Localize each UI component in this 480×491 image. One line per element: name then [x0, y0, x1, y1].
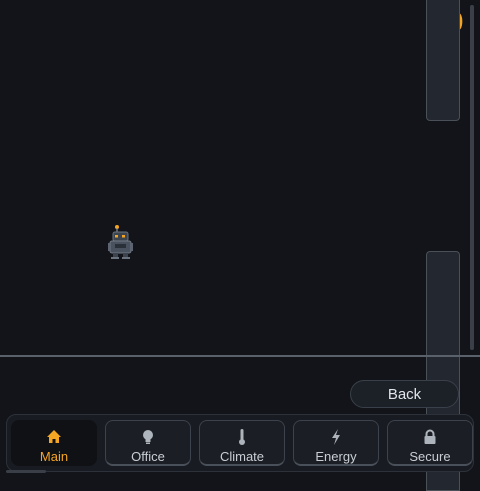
tab-energy-label: Energy — [315, 449, 357, 464]
robot-player-icon — [108, 225, 133, 259]
top-pipe-obstacle — [426, 0, 460, 121]
thermometer-icon — [233, 427, 251, 446]
bottom-tab-bar: Main Office Climate Energy Secure — [6, 414, 474, 472]
game-play-area[interactable]: 0 Back — [0, 0, 480, 491]
back-button[interactable]: Back — [350, 380, 459, 408]
home-icon — [45, 427, 63, 446]
ground-line — [0, 355, 480, 357]
tab-secure[interactable]: Secure — [387, 420, 473, 466]
tab-main-label: Main — [39, 449, 69, 464]
home-indicator — [6, 470, 46, 473]
tab-climate-label: Climate — [219, 449, 265, 464]
tab-office[interactable]: Office — [105, 420, 191, 466]
lightning-icon — [327, 427, 345, 446]
tab-main[interactable]: Main — [11, 420, 97, 466]
tab-climate[interactable]: Climate — [199, 420, 285, 466]
scrollbar-thumb[interactable] — [470, 5, 474, 350]
tab-secure-label: Secure — [409, 449, 451, 464]
scrollbar[interactable] — [470, 5, 474, 350]
lock-icon — [421, 427, 439, 446]
tab-energy[interactable]: Energy — [293, 420, 379, 466]
tab-office-label: Office — [131, 449, 165, 464]
lightbulb-icon — [139, 427, 157, 446]
